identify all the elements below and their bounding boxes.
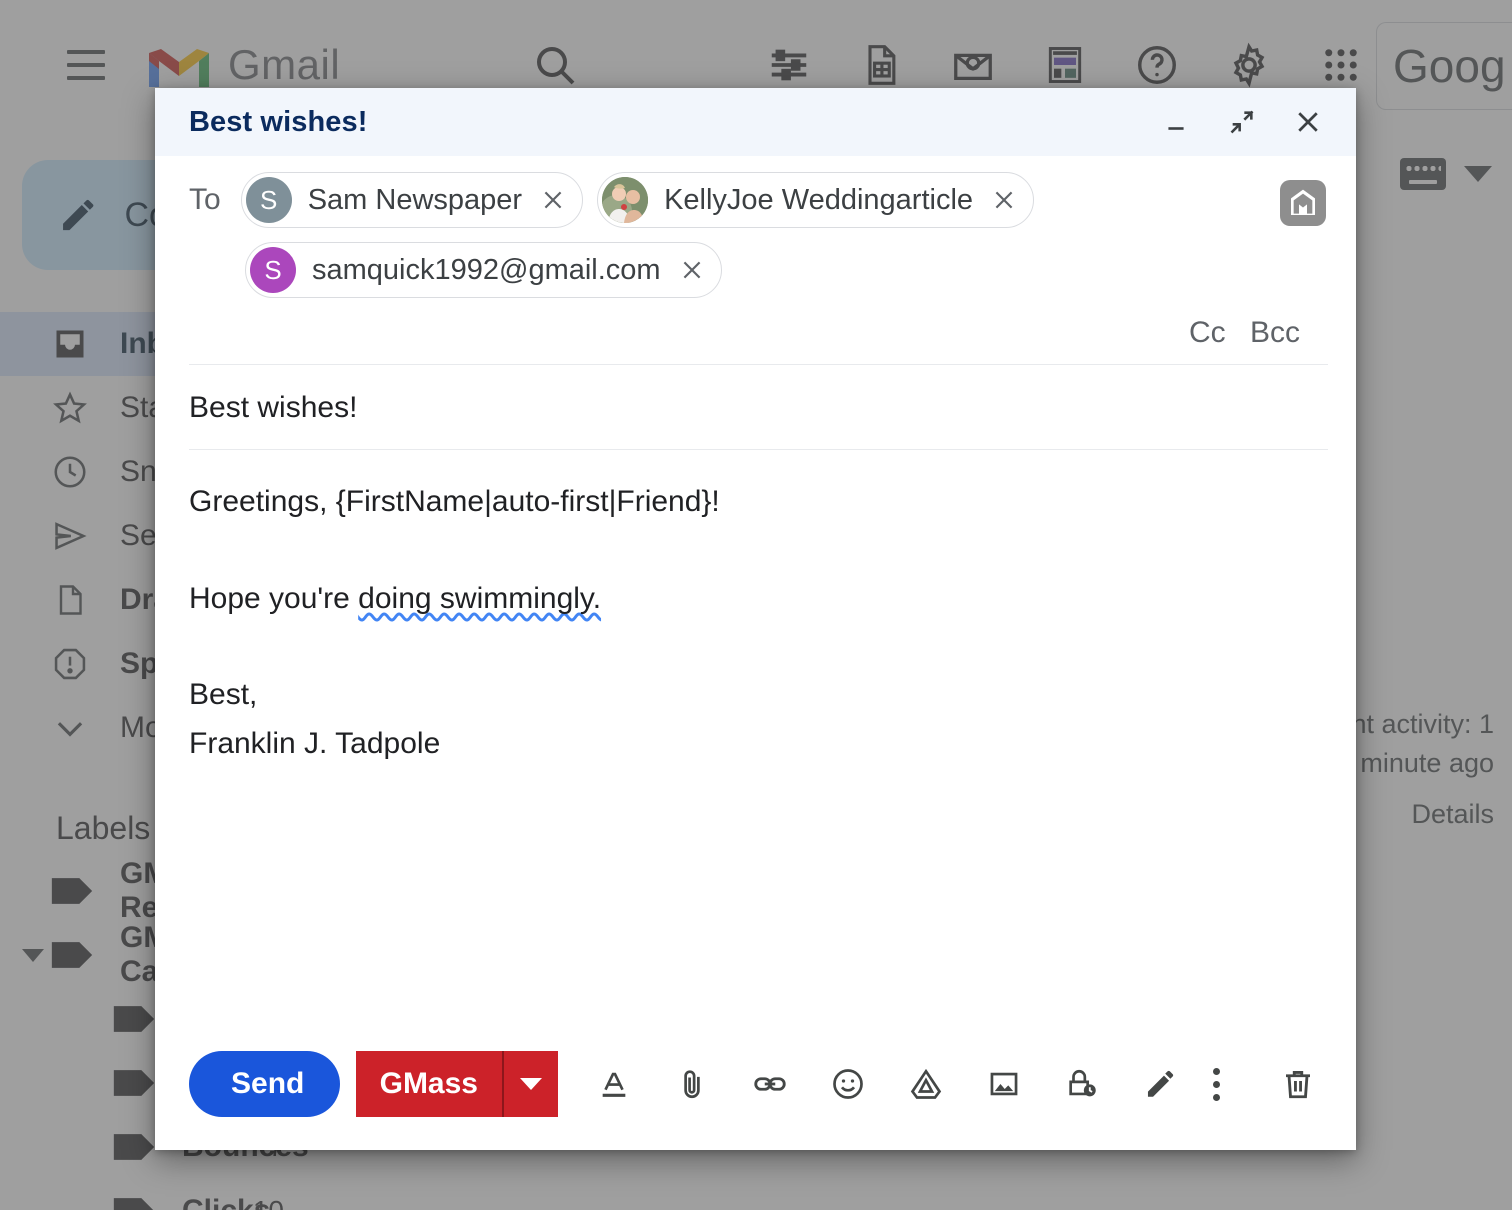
minimize-button[interactable] xyxy=(1156,102,1196,142)
subject-input[interactable]: Best wishes! xyxy=(155,365,1356,449)
body-paragraph: Greetings, {FirstName|auto-first|Friend}… xyxy=(189,478,1322,527)
body-paragraph: Hope you're doing swimmingly. xyxy=(189,575,1322,624)
avatar xyxy=(602,177,648,223)
insert-signature-icon[interactable] xyxy=(1132,1056,1188,1112)
insert-link-icon[interactable] xyxy=(742,1056,798,1112)
screen: Gmail xyxy=(0,0,1512,1210)
popout-button[interactable] xyxy=(1222,102,1262,142)
cc-button[interactable]: Cc xyxy=(1189,316,1226,349)
to-label: To xyxy=(189,183,221,217)
compose-recipients: To S Sam Newspaper xyxy=(155,156,1356,364)
compose-window-actions xyxy=(1156,102,1328,142)
body-paragraph: Franklin J. Tadpole xyxy=(189,720,1322,769)
remove-recipient-icon[interactable] xyxy=(679,257,705,283)
compose-title: Best wishes! xyxy=(189,106,368,139)
compose-toolbar: Send GMass xyxy=(155,1018,1356,1150)
gmass-options-icon[interactable] xyxy=(504,1051,558,1117)
formatting-options-icon[interactable] xyxy=(586,1056,642,1112)
insert-drive-icon[interactable] xyxy=(898,1056,954,1112)
insert-photo-icon[interactable] xyxy=(976,1056,1032,1112)
gmass-button[interactable]: GMass xyxy=(356,1051,502,1117)
remove-recipient-icon[interactable] xyxy=(540,187,566,213)
gmass-icon[interactable] xyxy=(1280,180,1326,226)
body-paragraph: Best, xyxy=(189,671,1322,720)
avatar: S xyxy=(246,177,292,223)
recipients-row-2: S samquick1992@gmail.com xyxy=(189,242,1330,298)
recipient-chip[interactable]: S Sam Newspaper xyxy=(241,172,583,228)
recipient-name: samquick1992@gmail.com xyxy=(312,254,661,287)
remove-recipient-icon[interactable] xyxy=(991,187,1017,213)
cc-bcc-controls: Cc Bcc xyxy=(189,298,1330,364)
close-button[interactable] xyxy=(1288,102,1328,142)
trash-icon[interactable] xyxy=(1270,1056,1326,1112)
recipient-name: Sam Newspaper xyxy=(308,184,522,217)
toolbar-icon-group xyxy=(586,1056,1188,1112)
confidential-mode-icon[interactable] xyxy=(1054,1056,1110,1112)
recipient-name: KellyJoe Weddingarticle xyxy=(664,184,973,217)
recipient-chip[interactable]: KellyJoe Weddingarticle xyxy=(597,172,1034,228)
avatar-photo xyxy=(602,177,648,223)
recipient-chip[interactable]: S samquick1992@gmail.com xyxy=(245,242,722,298)
spellcheck-text: doing swimmingly. xyxy=(358,582,601,615)
more-options-icon[interactable] xyxy=(1188,1056,1244,1112)
body-text: Hope you're xyxy=(189,582,358,615)
insert-emoji-icon[interactable] xyxy=(820,1056,876,1112)
gmass-button-group: GMass xyxy=(356,1051,558,1117)
toolbar-right-group xyxy=(1188,1056,1326,1112)
message-body[interactable]: Greetings, {FirstName|auto-first|Friend}… xyxy=(155,450,1356,1018)
avatar: S xyxy=(250,247,296,293)
send-button[interactable]: Send xyxy=(189,1051,340,1117)
send-button-group: Send xyxy=(189,1051,340,1117)
attach-file-icon[interactable] xyxy=(664,1056,720,1112)
recipients-row-1: To S Sam Newspaper xyxy=(189,172,1330,228)
bcc-button[interactable]: Bcc xyxy=(1250,316,1300,349)
compose-window: Best wishes! To xyxy=(155,88,1356,1150)
compose-header: Best wishes! xyxy=(155,88,1356,156)
